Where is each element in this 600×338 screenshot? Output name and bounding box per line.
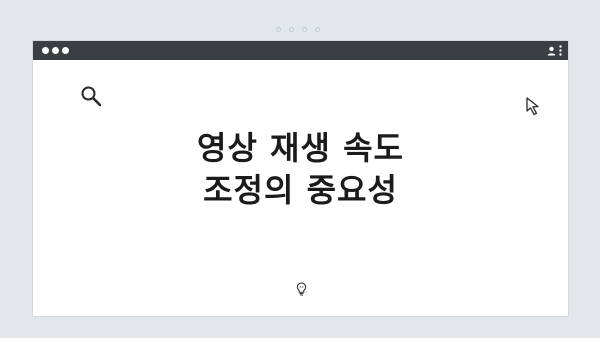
browser-window: 영상 재생 속도 조정의 중요성 [32, 40, 569, 317]
pager-dot[interactable] [302, 27, 307, 32]
window-control-close[interactable] [42, 47, 49, 54]
headline: 영상 재생 속도 조정의 중요성 [33, 127, 568, 211]
pager-dot[interactable] [276, 27, 281, 32]
headline-line-1: 영상 재생 속도 [197, 129, 404, 167]
headline-line-2: 조정의 중요성 [203, 171, 398, 209]
window-controls [42, 47, 69, 54]
pager-dot[interactable] [315, 27, 320, 32]
user-icon[interactable] [547, 46, 556, 56]
pager-dots [276, 27, 320, 32]
window-titlebar [33, 41, 568, 60]
search-icon[interactable] [80, 85, 102, 111]
cursor-arrow-icon [525, 96, 545, 120]
lightbulb-icon [296, 281, 307, 300]
kebab-menu-icon[interactable] [559, 45, 562, 56]
window-control-minimize[interactable] [52, 47, 59, 54]
window-control-maximize[interactable] [62, 47, 69, 54]
page-background: 영상 재생 속도 조정의 중요성 [0, 0, 600, 338]
pager-dot[interactable] [289, 27, 294, 32]
titlebar-actions [547, 44, 562, 57]
